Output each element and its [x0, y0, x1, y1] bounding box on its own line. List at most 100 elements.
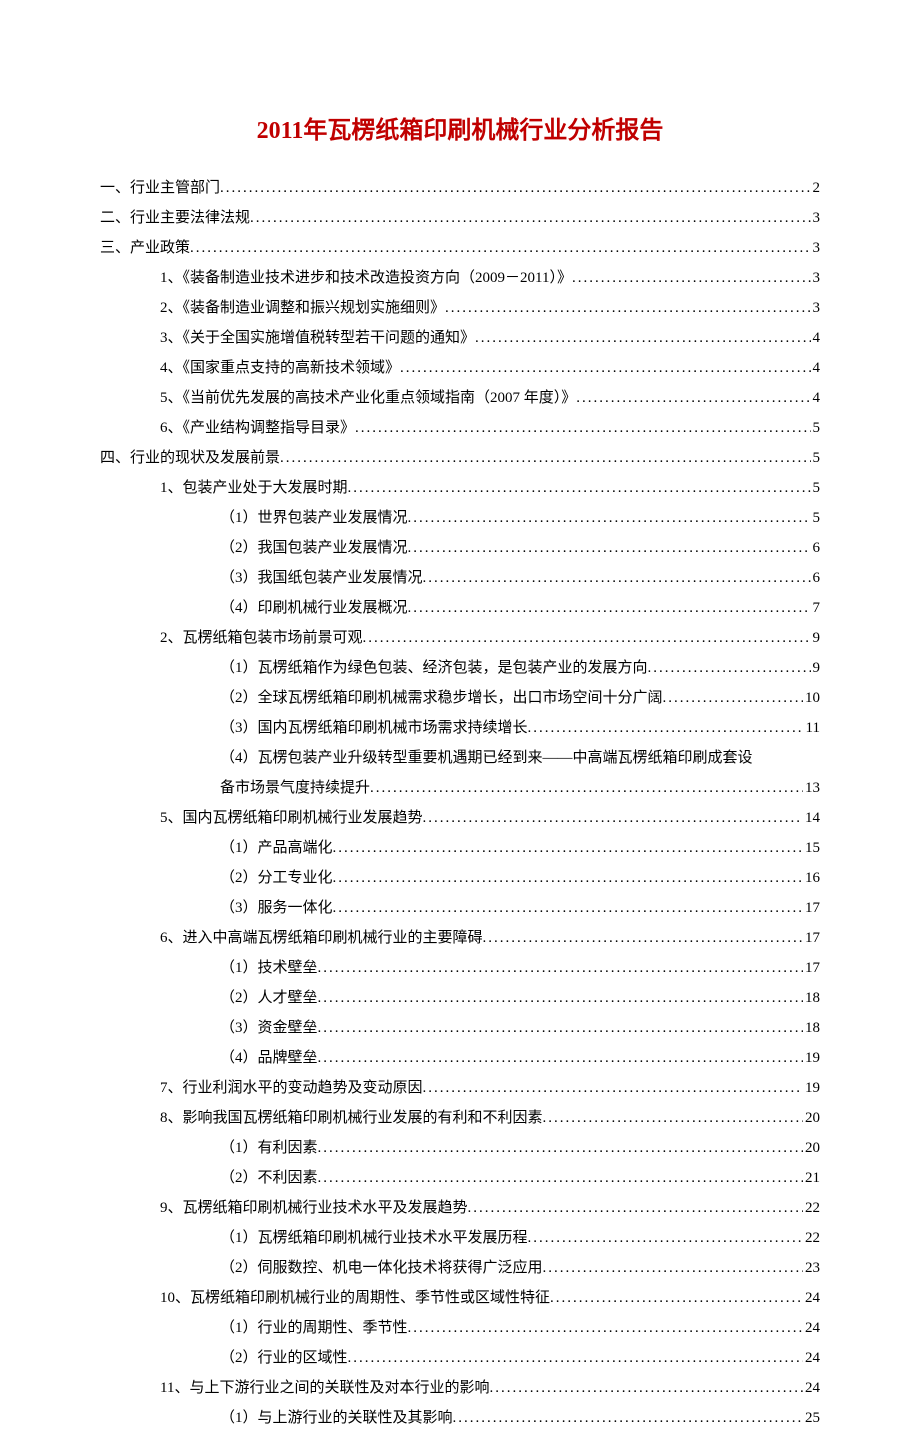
toc-entry: 5、《当前优先发展的高技术产业化重点领域指南（2007 年度）》 4	[100, 383, 820, 413]
toc-entry-label: （2）我国包装产业发展情况	[220, 533, 408, 563]
toc-entry-label: 4、《国家重点支持的高新技术领域》	[160, 353, 400, 383]
toc-leader-dots	[318, 1133, 803, 1163]
toc-leader-dots	[333, 893, 803, 923]
toc-entry: （1）世界包装产业发展情况5	[100, 503, 820, 533]
toc-entry-label: 5、《当前优先发展的高技术产业化重点领域指南（2007 年度）》	[160, 383, 576, 413]
toc-entry: （2）分工专业化16	[100, 863, 820, 893]
toc-entry-page: 17	[803, 923, 820, 953]
toc-entry-page: 18	[803, 1013, 820, 1043]
toc-leader-dots	[400, 353, 810, 383]
toc-leader-dots	[318, 1163, 803, 1193]
toc-leader-dots	[408, 533, 811, 563]
document-page: 2011年瓦楞纸箱印刷机械行业分析报告 一、行业主管部门2二、行业主要法律法规3…	[0, 0, 920, 1302]
toc-entry-page: 18	[803, 983, 820, 1013]
toc-entry: （3）资金壁垒 18	[100, 1013, 820, 1043]
toc-entry-label: （1）世界包装产业发展情况	[220, 503, 408, 533]
toc-leader-dots	[220, 173, 810, 203]
toc-entry-page: 5	[811, 443, 821, 473]
toc-entry: 10、瓦楞纸箱印刷机械行业的周期性、季节性或区域性特征 24	[100, 1283, 820, 1313]
toc-entry: 11、与上下游行业之间的关联性及对本行业的影响24	[100, 1373, 820, 1403]
toc-entry: 5、国内瓦楞纸箱印刷机械行业发展趋势 14	[100, 803, 820, 833]
toc-entry-page: 7	[811, 593, 821, 623]
toc-entry-label: 11、与上下游行业之间的关联性及对本行业的影响	[160, 1373, 489, 1403]
toc-entry-label: （1）瓦楞纸箱作为绿色包装、经济包装，是包装产业的发展方向	[220, 653, 648, 683]
document-title: 2011年瓦楞纸箱印刷机械行业分析报告	[100, 110, 820, 145]
toc-entry: 2、瓦楞纸箱包装市场前景可观9	[100, 623, 820, 653]
toc-entry-label: 6、《产业结构调整指导目录》	[160, 413, 355, 443]
toc-leader-dots	[348, 1343, 803, 1373]
toc-entry: 9、瓦楞纸箱印刷机械行业技术水平及发展趋势22	[100, 1193, 820, 1223]
toc-entry: 三、产业政策 3	[100, 233, 820, 263]
toc-entry-page: 9	[811, 653, 821, 683]
toc-entry: （4）瓦楞包装产业升级转型重要机遇期已经到来——中高端瓦楞纸箱印刷成套设	[100, 743, 820, 773]
toc-entry-label: 5、国内瓦楞纸箱印刷机械行业发展趋势	[160, 803, 423, 833]
toc-leader-dots	[408, 593, 811, 623]
toc-entry-page: 5	[811, 473, 821, 503]
toc-entry-page: 14	[803, 803, 820, 833]
toc-entry-label: 三、产业政策	[100, 233, 190, 263]
toc-leader-dots	[333, 863, 803, 893]
toc-entry: 4、《国家重点支持的高新技术领域》4	[100, 353, 820, 383]
toc-leader-dots	[318, 983, 803, 1013]
toc-entry-label: 3、《关于全国实施增值税转型若干问题的通知》	[160, 323, 475, 353]
toc-leader-dots	[572, 263, 811, 293]
toc-entry: 1、《装备制造业技术进步和技术改造投资方向（2009－2011）》3	[100, 263, 820, 293]
toc-leader-dots	[355, 413, 810, 443]
toc-entry-label: 一、行业主管部门	[100, 173, 220, 203]
toc-entry-label: 1、《装备制造业技术进步和技术改造投资方向（2009－2011）》	[160, 263, 572, 293]
toc-entry-page: 24	[803, 1283, 820, 1313]
toc-entry-label: 9、瓦楞纸箱印刷机械行业技术水平及发展趋势	[160, 1193, 468, 1223]
toc-entry-label: （2）人才壁垒	[220, 983, 318, 1013]
toc-entry-label: 8、影响我国瓦楞纸箱印刷机械行业发展的有利和不利因素	[160, 1103, 543, 1133]
toc-leader-dots	[543, 1103, 803, 1133]
toc-entry-page: 11	[804, 713, 820, 743]
toc-leader-dots	[190, 233, 810, 263]
toc-leader-dots	[445, 293, 810, 323]
toc-entry-label: 6、进入中高端瓦楞纸箱印刷机械行业的主要障碍	[160, 923, 483, 953]
toc-entry: （1）有利因素20	[100, 1133, 820, 1163]
toc-leader-dots	[528, 713, 804, 743]
toc-entry-page: 3	[811, 233, 821, 263]
toc-entry-page: 25	[803, 1403, 820, 1433]
toc-entry-page: 24	[803, 1343, 820, 1373]
toc-entry-page: 3	[811, 203, 821, 233]
toc-leader-dots	[423, 1073, 803, 1103]
toc-entry-label: （4）品牌壁垒	[220, 1043, 318, 1073]
toc-leader-dots	[250, 203, 810, 233]
toc-entry-label: （3）资金壁垒	[220, 1013, 318, 1043]
toc-entry: （2）人才壁垒 18	[100, 983, 820, 1013]
toc-entry-page: 19	[803, 1043, 820, 1073]
toc-entry-label: （2）分工专业化	[220, 863, 333, 893]
toc-entry-page: 5	[811, 413, 821, 443]
toc-entry-page: 19	[803, 1073, 820, 1103]
toc-entry: （1）产品高端化15	[100, 833, 820, 863]
toc-entry-page: 6	[811, 533, 821, 563]
toc-entry-label: 四、行业的现状及发展前景	[100, 443, 280, 473]
toc-entry-page: 10	[803, 683, 820, 713]
toc-entry-page: 17	[803, 953, 820, 983]
toc-entry-label: 10、瓦楞纸箱印刷机械行业的周期性、季节性或区域性特征	[160, 1283, 550, 1313]
toc-leader-dots	[663, 683, 803, 713]
toc-entry-label: （1）与上游行业的关联性及其影响	[220, 1403, 453, 1433]
toc-entry: （4）印刷机械行业发展概况 7	[100, 593, 820, 623]
toc-leader-dots	[348, 473, 811, 503]
toc-leader-dots	[318, 1013, 803, 1043]
toc-leader-dots	[528, 1223, 803, 1253]
toc-leader-dots	[468, 1193, 803, 1223]
toc-entry-label: （2）伺服数控、机电一体化技术将获得广泛应用	[220, 1253, 543, 1283]
toc-leader-dots	[408, 503, 811, 533]
toc-leader-dots	[453, 1403, 803, 1433]
toc-entry: （3）服务一体化17	[100, 893, 820, 923]
toc-entry-label: （2）不利因素	[220, 1163, 318, 1193]
toc-entry: 备市场景气度持续提升13	[100, 773, 820, 803]
toc-entry: （2）伺服数控、机电一体化技术将获得广泛应用23	[100, 1253, 820, 1283]
toc-leader-dots	[648, 653, 811, 683]
toc-leader-dots	[318, 953, 803, 983]
toc-entry: 7、行业利润水平的变动趋势及变动原因19	[100, 1073, 820, 1103]
toc-leader-dots	[280, 443, 810, 473]
toc-entry-label: （4）印刷机械行业发展概况	[220, 593, 408, 623]
toc-entry-page: 20	[803, 1103, 820, 1133]
toc-entry-page: 4	[811, 383, 821, 413]
toc-entry-page: 17	[803, 893, 820, 923]
toc-entry-page: 2	[811, 173, 821, 203]
